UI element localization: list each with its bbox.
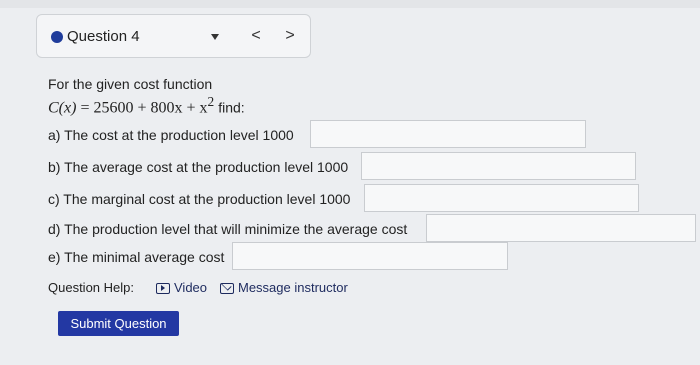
formula-rhs: = 25600 + 800x + x: [80, 99, 208, 117]
question-status-dot: [51, 31, 63, 43]
cost-function-formula: C(x) = 25600 + 800x + x2 find:: [48, 94, 245, 117]
previous-question-button[interactable]: <: [244, 24, 268, 48]
part-c-row: c) The marginal cost at the production l…: [48, 184, 640, 214]
part-e-label: e) The minimal average cost: [48, 249, 225, 265]
formula-lhs: C(x): [48, 99, 77, 117]
part-e-row: e) The minimal average cost: [48, 242, 510, 272]
problem-intro: For the given cost function: [48, 76, 213, 92]
question-help-label: Question Help:: [48, 280, 134, 295]
part-d-answer-input[interactable]: [426, 214, 696, 242]
part-b-answer-input[interactable]: [361, 152, 636, 180]
part-b-label: b) The average cost at the production le…: [48, 159, 349, 175]
next-question-button[interactable]: >: [278, 24, 302, 48]
submit-question-button[interactable]: Submit Question: [58, 311, 179, 336]
part-c-answer-input[interactable]: [364, 184, 639, 212]
part-c-label: c) The marginal cost at the production l…: [48, 191, 351, 207]
message-instructor-label: Message instructor: [238, 280, 348, 295]
part-a-answer-input[interactable]: [310, 120, 586, 148]
formula-suffix: find:: [218, 99, 245, 116]
video-link[interactable]: Video: [156, 280, 207, 295]
video-icon: [156, 283, 170, 295]
part-d-row: d) The production level that will minimi…: [48, 214, 698, 244]
part-b-row: b) The average cost at the production le…: [48, 152, 638, 182]
video-link-label: Video: [174, 280, 208, 295]
question-selector[interactable]: Question 4 < >: [36, 14, 311, 58]
question-content: For the given cost function C(x) = 25600…: [48, 74, 698, 364]
chevron-down-icon[interactable]: [211, 34, 219, 40]
part-d-label: d) The production level that will minimi…: [48, 221, 408, 237]
message-instructor-link[interactable]: Message instructor: [220, 280, 348, 295]
part-e-answer-input[interactable]: [232, 242, 508, 270]
part-a-row: a) The cost at the production level 1000: [48, 120, 588, 150]
question-title: Question 4: [67, 28, 140, 45]
formula-exponent: 2: [207, 94, 215, 109]
top-bar: [0, 0, 700, 8]
part-a-label: a) The cost at the production level 1000: [48, 127, 294, 143]
envelope-icon: [220, 283, 234, 295]
